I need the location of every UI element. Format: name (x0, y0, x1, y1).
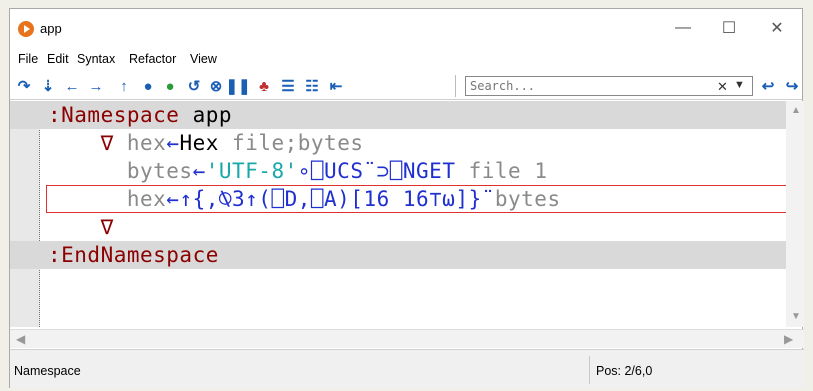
app-window: app — ☐ ✕ File Edit Syntax Refactor View… (9, 8, 804, 388)
status-scope: Namespace (14, 364, 81, 378)
title-bar: app — ☐ ✕ (10, 9, 802, 47)
code-token: file;bytes (218, 131, 364, 155)
code-token: bytes (126, 159, 193, 183)
code-token: ← (166, 131, 180, 155)
back-icon[interactable]: ← (62, 76, 82, 96)
code-token: :EndNamespace (48, 243, 219, 267)
code-token: file 1 (455, 159, 548, 183)
maximize-button[interactable]: ☐ (706, 13, 752, 43)
code-line-text: hex←↑{,⍉3↑(⎕D,⎕A)[16 16⊤⍵]}¨bytes (48, 185, 561, 213)
code-token: app (192, 103, 233, 127)
vertical-scrollbar[interactable]: ▲ ▼ (786, 101, 804, 327)
continue-icon[interactable]: ● (160, 76, 180, 96)
minimize-button[interactable]: — (660, 13, 706, 43)
code-token: ∇ (100, 131, 127, 155)
search-next-icon[interactable]: ↪ (782, 76, 802, 96)
scroll-down-icon[interactable]: ▼ (791, 311, 801, 322)
menu-file[interactable]: File (18, 52, 38, 66)
list-indent-icon[interactable]: ☷ (302, 76, 322, 96)
scroll-left-icon[interactable]: ◀ (16, 332, 25, 346)
scroll-right-icon[interactable]: ▶ (784, 332, 793, 346)
status-position: Pos: 2/6,0 (596, 364, 653, 378)
restart-icon[interactable]: ↺ (184, 76, 204, 96)
status-divider (589, 356, 590, 384)
window-title: app (40, 21, 62, 36)
pause-icon[interactable]: ❚❚ (225, 76, 250, 96)
code-token: hex (126, 187, 167, 211)
code-token: ← (192, 159, 206, 183)
code-line-text: ∇ hex←Hex file;bytes (48, 129, 363, 157)
code-editor[interactable]: :Namespace app ∇ hex←Hex file;bytes byte… (10, 101, 804, 327)
search-box[interactable]: ✕ ▼ (465, 76, 753, 96)
toolbar: ↷ ⇣ ← → ↑ ● ● ↺ ⊗ ❚❚ ♣ ☰ ☷ ⇤ ✕ ▼ ↩ ↪ (10, 73, 802, 100)
menu-syntax[interactable]: Syntax (77, 52, 115, 66)
menu-view[interactable]: View (190, 52, 217, 66)
code-token: hex (126, 131, 167, 155)
clear-search-icon[interactable]: ✕ (717, 79, 728, 95)
run-icon[interactable]: ● (138, 76, 158, 96)
code-line[interactable]: :EndNamespace (10, 241, 786, 269)
code-line[interactable]: ∇ hex←Hex file;bytes (10, 129, 786, 157)
status-bar: Namespace Pos: 2/6,0 (10, 349, 804, 388)
menu-refactor[interactable]: Refactor (129, 52, 176, 66)
horizontal-scrollbar[interactable]: ◀ ▶ (10, 329, 804, 348)
code-line-text: :EndNamespace (48, 241, 219, 269)
scroll-up-icon[interactable]: ▲ (791, 105, 801, 116)
menu-edit[interactable]: Edit (47, 52, 69, 66)
code-line[interactable]: bytes←'UTF-8'∘⎕UCS¨⊃⎕NGET file 1 (10, 157, 786, 185)
code-line[interactable]: :Namespace app (10, 101, 786, 129)
code-token: ←↑{,⍉3↑(⎕D,⎕A)[16 16⊤⍵]}¨ (166, 187, 495, 211)
code-token: Hex (179, 131, 219, 155)
step-out-icon[interactable]: ↑ (114, 76, 134, 96)
chevron-down-icon[interactable]: ▼ (734, 79, 745, 91)
step-into-icon[interactable]: ⇣ (38, 76, 58, 96)
back-line-icon[interactable]: ⇤ (326, 76, 346, 96)
toolbar-separator (455, 75, 456, 97)
stop-icon[interactable]: ⊗ (206, 76, 226, 96)
menu-bar: File Edit Syntax Refactor View (10, 49, 802, 71)
code-token: ∘⎕UCS¨⊃⎕NGET (297, 159, 456, 183)
trace-off-icon[interactable]: ♣ (254, 76, 274, 96)
code-token: 'UTF-8' (205, 159, 298, 183)
forward-icon[interactable]: → (86, 76, 106, 96)
code-token: :Namespace (48, 103, 193, 127)
code-line[interactable]: ∇ (10, 213, 786, 241)
code-token: bytes (494, 187, 561, 211)
code-line-text: ∇ (48, 213, 114, 241)
code-token: ∇ (100, 215, 114, 239)
search-prev-icon[interactable]: ↩ (758, 76, 778, 96)
app-logo-icon (18, 21, 34, 37)
list-icon[interactable]: ☰ (278, 76, 298, 96)
step-over-icon[interactable]: ↷ (14, 76, 34, 96)
search-input[interactable] (470, 78, 700, 94)
code-line-text: :Namespace app (48, 101, 232, 129)
code-line[interactable]: hex←↑{,⍉3↑(⎕D,⎕A)[16 16⊤⍵]}¨bytes (10, 185, 786, 213)
close-button[interactable]: ✕ (754, 13, 800, 43)
code-line-text: bytes←'UTF-8'∘⎕UCS¨⊃⎕NGET file 1 (48, 157, 547, 185)
